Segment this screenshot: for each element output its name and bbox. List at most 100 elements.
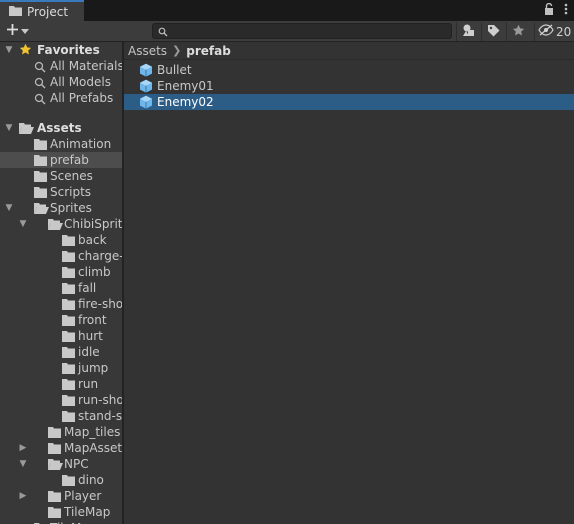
breadcrumb-current[interactable]: prefab bbox=[186, 44, 231, 58]
expand-arrow-icon[interactable]: ▼ bbox=[18, 456, 28, 472]
breadcrumb-root[interactable]: Assets bbox=[128, 44, 167, 58]
lock-icon[interactable] bbox=[544, 2, 554, 18]
tree-item-label: Player bbox=[64, 489, 102, 503]
tree-item-label: fall bbox=[78, 281, 97, 295]
create-button[interactable] bbox=[6, 23, 29, 39]
tree-item-folder[interactable]: dino bbox=[0, 472, 122, 488]
tree-item-folder[interactable]: idle bbox=[0, 344, 122, 360]
tree-item-folder[interactable]: TileMap bbox=[0, 504, 122, 520]
folder-icon bbox=[62, 251, 75, 265]
folder-icon bbox=[34, 155, 47, 169]
star-icon bbox=[19, 43, 32, 59]
tree-item-folder[interactable]: climb bbox=[0, 264, 122, 280]
tree-item-folder[interactable]: run bbox=[0, 376, 122, 392]
tree-item-folder[interactable]: ▶ Player bbox=[0, 488, 122, 504]
favorites-label: Favorites bbox=[37, 43, 100, 57]
open-folder-icon bbox=[34, 203, 49, 217]
tree-item-label: Animation bbox=[50, 137, 112, 151]
favorite-label: All Prefabs bbox=[50, 91, 114, 105]
expand-arrow-icon[interactable]: ▼ bbox=[4, 200, 14, 216]
tree-item-folder[interactable]: Map_tiles bbox=[0, 424, 122, 440]
tree-item-favorite[interactable]: All Models bbox=[0, 74, 122, 90]
tree-item-folder[interactable]: hurt bbox=[0, 328, 122, 344]
prefab-icon bbox=[139, 95, 153, 112]
tree-favorites-header[interactable]: ▼ Favorites bbox=[0, 42, 122, 58]
assets-label: Assets bbox=[37, 121, 82, 135]
tree-item-folder[interactable]: run-sho bbox=[0, 392, 122, 408]
tree-item-label: jump bbox=[78, 361, 109, 375]
tree-item-folder[interactable]: back bbox=[0, 232, 122, 248]
expand-arrow-icon[interactable]: ▼ bbox=[18, 216, 28, 232]
tree-item-label: hurt bbox=[78, 329, 103, 343]
tree-item-folder[interactable]: jump bbox=[0, 360, 122, 376]
tree-item-favorite[interactable]: All Prefabs bbox=[0, 90, 122, 106]
asset-row[interactable]: Enemy02 bbox=[124, 94, 574, 110]
tree-item-folder[interactable]: Scripts bbox=[0, 184, 122, 200]
tree-item-folder[interactable]: ▼ ChibiSprites bbox=[0, 216, 122, 232]
open-folder-icon bbox=[48, 219, 63, 233]
asset-name: Bullet bbox=[157, 63, 192, 77]
tree-item-folder[interactable]: TileMap bbox=[0, 520, 122, 524]
dropdown-caret-icon bbox=[21, 24, 29, 38]
favorite-label: All Models bbox=[50, 75, 111, 89]
menu-kebab-icon[interactable] bbox=[564, 3, 568, 18]
favorites-filter-button[interactable] bbox=[506, 22, 530, 41]
tree-item-label: stand-s bbox=[78, 409, 122, 423]
asset-row[interactable]: Enemy01 bbox=[124, 78, 574, 94]
star-icon bbox=[512, 24, 525, 40]
tree-item-folder[interactable]: fall bbox=[0, 280, 122, 296]
expand-arrow-icon[interactable]: ▼ bbox=[4, 120, 14, 136]
project-tab[interactable]: Project bbox=[0, 0, 84, 21]
tree-item-label: Sprites bbox=[50, 201, 92, 215]
tree-item-favorite[interactable]: All Materials bbox=[0, 58, 122, 74]
folder-icon bbox=[34, 171, 47, 185]
folder-icon bbox=[62, 235, 75, 249]
tree-item-label: prefab bbox=[50, 153, 89, 167]
folder-icon bbox=[34, 139, 47, 153]
tree-item-folder[interactable]: fire-sho bbox=[0, 296, 122, 312]
tree-item-folder[interactable]: stand-s bbox=[0, 408, 122, 424]
collapse-arrow-icon[interactable]: ▶ bbox=[18, 440, 28, 456]
plus-icon bbox=[6, 23, 19, 39]
tree-item-folder[interactable]: charge- bbox=[0, 248, 122, 264]
tree-item-label: run bbox=[78, 377, 99, 391]
collapse-arrow-icon[interactable]: ▶ bbox=[18, 488, 28, 504]
asset-row[interactable]: Bullet bbox=[124, 62, 574, 78]
tree-item-folder[interactable]: Scenes bbox=[0, 168, 122, 184]
breadcrumb: Assets ❯ prefab bbox=[124, 42, 574, 60]
search-icon bbox=[34, 93, 46, 108]
expand-arrow-icon[interactable]: ▼ bbox=[4, 42, 14, 58]
folder-icon bbox=[62, 347, 75, 361]
tree-item-label: run-sho bbox=[78, 393, 122, 407]
tree-item-folder[interactable]: prefab bbox=[0, 152, 122, 168]
folder-icon bbox=[48, 427, 61, 441]
tab-controls bbox=[544, 2, 568, 18]
folder-icon bbox=[48, 491, 61, 505]
tree-item-label: climb bbox=[78, 265, 111, 279]
search-input[interactable] bbox=[152, 23, 452, 39]
asset-name: Enemy01 bbox=[157, 79, 214, 93]
tree-assets-root[interactable]: ▼ Assets bbox=[0, 120, 122, 136]
tree-item-folder[interactable]: ▼ Sprites bbox=[0, 200, 122, 216]
search-by-label-button[interactable] bbox=[481, 22, 505, 41]
folder-icon bbox=[62, 315, 75, 329]
hidden-packages-toggle[interactable]: 20 bbox=[534, 22, 571, 41]
tree-item-label: dino bbox=[78, 473, 104, 487]
tree-item-label: Scenes bbox=[50, 169, 93, 183]
tree-item-label: NPC bbox=[64, 457, 89, 471]
folder-icon bbox=[48, 507, 61, 521]
tree-item-folder[interactable]: ▼ NPC bbox=[0, 456, 122, 472]
tab-title: Project bbox=[27, 4, 69, 19]
tree-item-label: fire-sho bbox=[78, 297, 122, 311]
tree-item-folder[interactable]: Animation bbox=[0, 136, 122, 152]
search-by-type-button[interactable] bbox=[456, 22, 480, 41]
hidden-count-label: 20 bbox=[556, 24, 572, 39]
tree-item-label: Scripts bbox=[50, 185, 92, 199]
folder-tree: ▼ Favorites All Materials All Models All… bbox=[0, 42, 122, 524]
tree-item-folder[interactable]: front bbox=[0, 312, 122, 328]
asset-list-panel: Assets ❯ prefab Bullet Enemy01 Enemy02 bbox=[124, 42, 574, 524]
tree-item-label: MapAsset bbox=[64, 441, 122, 455]
chevron-right-icon: ❯ bbox=[172, 44, 182, 57]
tree-item-folder[interactable]: ▶ MapAsset bbox=[0, 440, 122, 456]
folder-icon bbox=[62, 267, 75, 281]
